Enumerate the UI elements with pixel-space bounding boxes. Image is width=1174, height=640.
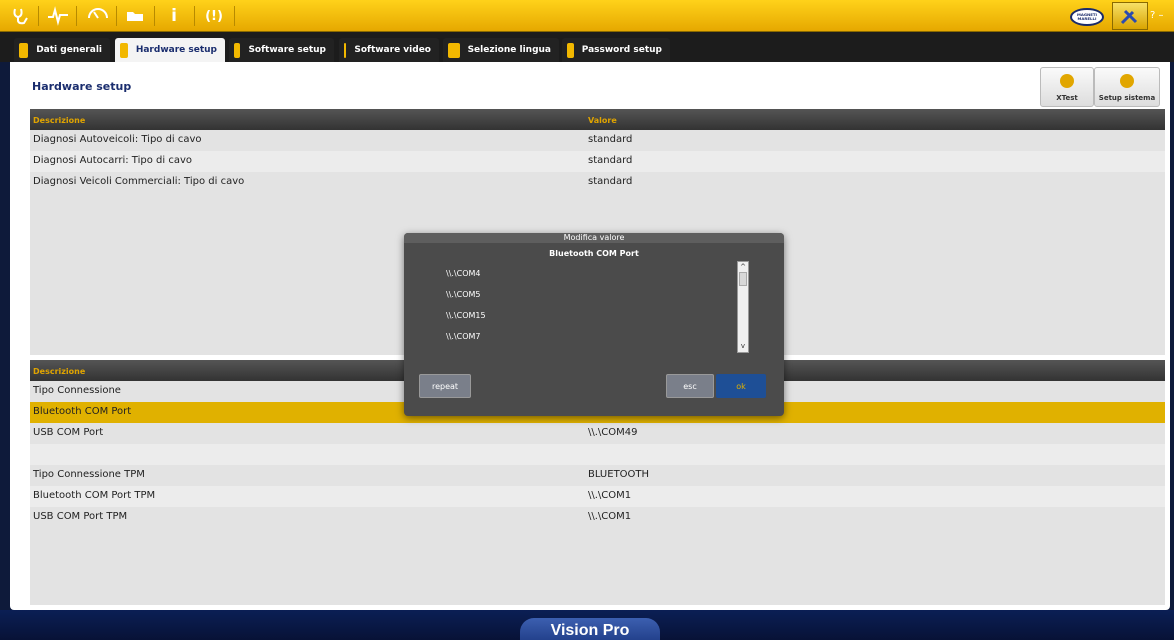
tab-label: Dati generali [36,45,102,55]
svg-text:MARELLI: MARELLI [1078,16,1097,21]
option-item[interactable]: \\.\COM5 [446,290,481,299]
row-value: \\.\COM49 [588,427,638,438]
row-description: Bluetooth COM Port TPM [33,490,156,501]
scroll-up-icon[interactable]: ^ [739,263,747,271]
gauge-icon[interactable] [81,4,115,28]
folder-icon[interactable] [118,4,152,28]
repeat-button[interactable]: repeat [419,374,471,398]
setup-sistema-label: Setup sistema [1098,94,1156,102]
top-toolbar: i (!) MAGNETI MARELLI ? – [0,0,1174,32]
document-icon [234,42,241,58]
product-name: Vision Pro [520,618,660,640]
scroll-thumb[interactable] [739,272,747,286]
info-icon[interactable]: i [157,4,191,28]
stethoscope-icon[interactable] [4,4,38,28]
warning-icon[interactable]: (!) [197,4,231,28]
dialog-subtitle: Bluetooth COM Port [549,249,639,258]
row-value: standard [588,155,633,166]
table-row[interactable]: Bluetooth COM Port TPM \\.\COM1 [30,486,1165,507]
row-description: Diagnosi Autoveicoli: Tipo di cavo [33,134,202,145]
row-description: USB COM Port [33,427,104,438]
tab-hardware-setup[interactable]: Hardware setup [115,38,225,62]
options-list[interactable]: \\.\COM4 \\.\COM5 \\.\COM15 \\.\COM7 [420,261,738,353]
option-item[interactable]: \\.\COM7 [446,332,481,341]
esc-button[interactable]: esc [666,374,714,398]
row-description: Diagnosi Veicoli Commerciali: Tipo di ca… [33,176,245,187]
tab-dati-generali[interactable]: Dati generali [14,38,110,62]
xtest-label: XTest [1056,94,1078,102]
help-icon[interactable]: ? – [1150,10,1164,21]
table-row[interactable]: Diagnosi Veicoli Commerciali: Tipo di ca… [30,172,1165,193]
people-icon [19,42,29,58]
tab-software-video[interactable]: Software video [339,38,439,62]
table-header: Descrizione Valore [30,109,1165,130]
dialog-title: Modifica valore [404,233,784,243]
table-row [30,444,1165,465]
tab-software-setup[interactable]: Software setup [229,38,334,62]
row-description: Tipo Connessione TPM [33,469,145,480]
scroll-down-icon[interactable]: v [739,342,747,350]
column-header-descrizione: Descrizione [33,367,86,376]
ok-button[interactable]: ok [716,374,766,398]
brand-logo: MAGNETI MARELLI [1070,8,1104,26]
tab-label: Hardware setup [135,45,217,55]
monitor-icon [344,42,347,58]
row-value: standard [588,134,633,145]
xtest-button[interactable]: XTest [1040,67,1094,107]
xtest-icon [1060,74,1074,88]
row-value: \\.\COM1 [588,490,632,501]
tab-bar: Dati generali Hardware setup Software se… [0,32,1174,62]
tab-label: Selezione lingua [467,45,551,55]
gear-icon [120,42,128,58]
tab-label: Software video [354,45,431,55]
wrench-icon [1120,74,1134,88]
row-value: \\.\COM1 [588,511,632,522]
key-icon [567,42,574,58]
tab-password-setup[interactable]: Password setup [562,38,670,62]
pulse-icon[interactable] [41,4,75,28]
column-header-descrizione: Descrizione [33,116,86,125]
options-scrollbar[interactable]: ^ v [737,261,749,353]
flag-icon [448,42,460,58]
page-title: Hardware setup [32,80,132,93]
row-value: BLUETOOTH [588,469,650,480]
column-header-valore: Valore [588,116,617,125]
row-description: Diagnosi Autocarri: Tipo di cavo [33,155,192,166]
row-description: USB COM Port TPM [33,511,128,522]
table-row[interactable]: USB COM Port TPM \\.\COM1 [30,507,1165,528]
tools-icon[interactable] [1112,2,1148,30]
table-row[interactable]: USB COM Port \\.\COM49 [30,423,1165,444]
option-item[interactable]: \\.\COM4 [446,269,481,278]
row-value: standard [588,176,633,187]
table-row[interactable]: Diagnosi Autocarri: Tipo di cavo standar… [30,151,1165,172]
tab-selezione-lingua[interactable]: Selezione lingua [443,38,559,62]
table-row[interactable]: Diagnosi Autoveicoli: Tipo di cavo stand… [30,130,1165,151]
row-description: Bluetooth COM Port [33,406,132,417]
option-item[interactable]: \\.\COM15 [446,311,486,320]
edit-value-dialog: Modifica valore Bluetooth COM Port \\.\C… [404,233,784,416]
setup-sistema-button[interactable]: Setup sistema [1094,67,1160,107]
tab-label: Software setup [248,45,326,55]
table-row[interactable]: Tipo Connessione TPM BLUETOOTH [30,465,1165,486]
tab-label: Password setup [581,45,662,55]
row-description: Tipo Connessione [33,385,121,396]
